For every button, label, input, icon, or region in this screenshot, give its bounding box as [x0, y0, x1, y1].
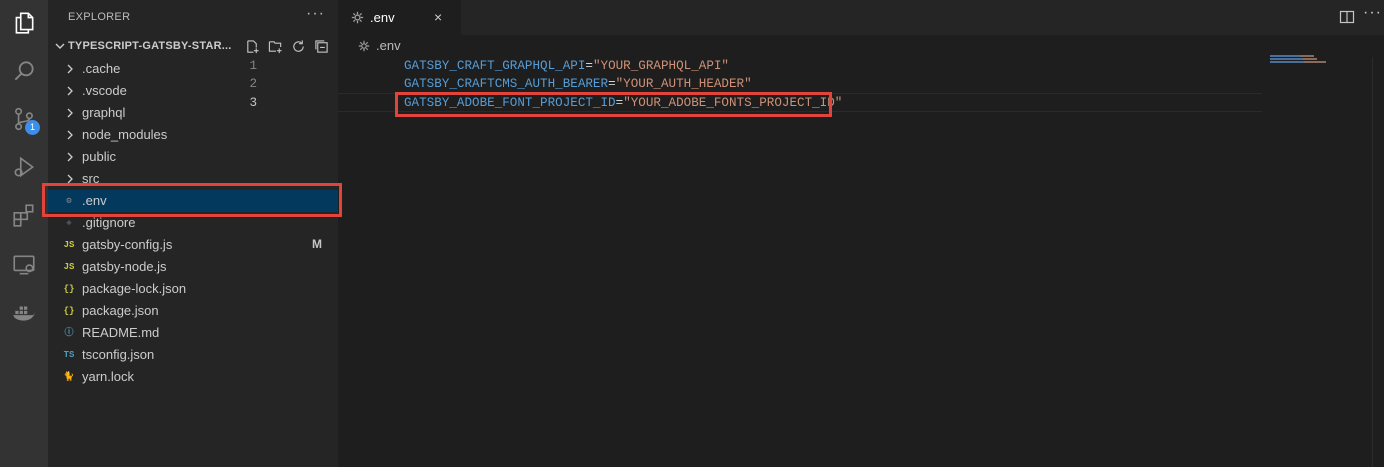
folder-item[interactable]: node_modules — [48, 124, 338, 146]
env-key: GATSBY_CRAFT_GRAPHQL_API — [404, 59, 586, 73]
file-label: package.json — [82, 303, 159, 318]
json-icon: {} — [63, 306, 75, 316]
run-debug-icon[interactable] — [9, 152, 39, 182]
gear-icon — [358, 40, 370, 52]
file-item[interactable]: TS tsconfig.json — [48, 344, 338, 366]
file-item[interactable]: {} package-lock.json — [48, 278, 338, 300]
javascript-icon: JS — [63, 262, 75, 272]
env-value: "YOUR_AUTH_HEADER" — [615, 77, 752, 91]
line-content: GATSBY_CRAFT_GRAPHQL_API="YOUR_GRAPHQL_A… — [404, 59, 729, 73]
refresh-icon[interactable] — [290, 38, 306, 54]
env-highlight-box — [42, 183, 342, 217]
tab-bar: .env × ··· — [338, 0, 1384, 35]
search-icon[interactable] — [9, 56, 39, 86]
chevron-down-icon — [55, 43, 65, 49]
code-editor[interactable]: 1 GATSBY_CRAFT_GRAPHQL_API="YOUR_GRAPHQL… — [249, 57, 1384, 467]
tab-env[interactable]: .env × — [338, 0, 461, 35]
chevron-right-icon — [67, 130, 73, 140]
line-number: 1 — [249, 59, 257, 73]
editor-more-actions-icon[interactable]: ··· — [1363, 4, 1382, 22]
chevron-right-icon — [67, 152, 73, 162]
folder-label: node_modules — [82, 127, 168, 142]
git-icon: ◆ — [66, 218, 72, 228]
docker-icon[interactable] — [9, 298, 39, 328]
gear-icon — [351, 11, 364, 24]
equals-sign: = — [585, 59, 593, 73]
typescript-icon: TS — [63, 350, 75, 360]
explorer-sidebar: EXPLORER ··· TYPESCRIPT-GATSBY-STAR... .… — [42, 0, 342, 467]
json-icon: {} — [63, 284, 75, 294]
file-label: package-lock.json — [82, 281, 187, 296]
file-label: gatsby-node.js — [82, 259, 167, 274]
folder-label: .vscode — [82, 83, 127, 98]
chevron-right-icon — [67, 64, 73, 74]
scm-badge: 1 — [25, 120, 40, 135]
line-number: 3 — [249, 96, 257, 110]
env-value: "YOUR_GRAPHQL_API" — [592, 59, 729, 73]
close-icon[interactable]: × — [434, 9, 442, 25]
file-label: .gitignore — [82, 215, 136, 230]
minimap[interactable] — [1270, 55, 1330, 65]
env-key: GATSBY_CRAFTCMS_AUTH_BEARER — [404, 77, 609, 91]
project-name: TYPESCRIPT-GATSBY-STAR... — [68, 40, 232, 52]
breadcrumb-item[interactable]: .env — [376, 38, 401, 53]
folder-label: graphql — [82, 105, 126, 120]
yarn-icon: 🐈 — [63, 372, 75, 382]
equals-sign: = — [608, 77, 616, 91]
folder-item[interactable]: .vscode — [48, 80, 338, 102]
file-item[interactable]: JS gatsby-node.js — [48, 256, 338, 278]
code-line: 1 GATSBY_CRAFT_GRAPHQL_API="YOUR_GRAPHQL… — [249, 57, 1262, 76]
extensions-icon[interactable] — [9, 200, 39, 230]
git-status-badge: M — [312, 237, 322, 251]
file-label: README.md — [82, 325, 160, 340]
file-item[interactable]: 🐈 yarn.lock — [48, 366, 338, 388]
more-actions-icon[interactable]: ··· — [306, 5, 325, 23]
folder-item[interactable]: public — [48, 146, 338, 168]
info-icon: ⓘ — [64, 328, 74, 338]
file-item[interactable]: {} package.json — [48, 300, 338, 322]
file-label: tsconfig.json — [82, 347, 155, 362]
file-label: yarn.lock — [82, 369, 135, 384]
folder-item[interactable]: .cache — [48, 58, 338, 80]
vertical-scrollbar[interactable] — [1372, 57, 1384, 467]
file-item[interactable]: ⓘ README.md — [48, 322, 338, 344]
chevron-right-icon — [67, 108, 73, 118]
breadcrumb: .env — [338, 35, 1384, 57]
line-highlight-box — [395, 92, 832, 117]
folder-label: .cache — [82, 61, 121, 76]
remote-explorer-icon[interactable] — [9, 250, 39, 280]
explorer-icon[interactable] — [9, 8, 39, 38]
folder-item[interactable]: graphql — [48, 102, 338, 124]
file-item[interactable]: JS gatsby-config.js M — [48, 234, 338, 256]
project-header[interactable]: TYPESCRIPT-GATSBY-STAR... — [48, 36, 338, 58]
javascript-icon: JS — [63, 240, 75, 250]
sidebar-title: EXPLORER — [68, 11, 131, 23]
new-folder-icon[interactable] — [267, 38, 283, 54]
activity-bar: 1 — [0, 0, 48, 467]
tab-label: .env — [370, 10, 395, 25]
line-content: GATSBY_CRAFTCMS_AUTH_BEARER="YOUR_AUTH_H… — [404, 77, 752, 91]
folder-label: public — [82, 149, 116, 164]
new-file-icon[interactable] — [244, 38, 260, 54]
chevron-right-icon — [67, 86, 73, 96]
collapse-all-icon[interactable] — [313, 38, 329, 54]
split-editor-icon[interactable] — [1339, 9, 1355, 25]
file-label: gatsby-config.js — [82, 237, 173, 252]
line-number: 2 — [249, 77, 257, 91]
